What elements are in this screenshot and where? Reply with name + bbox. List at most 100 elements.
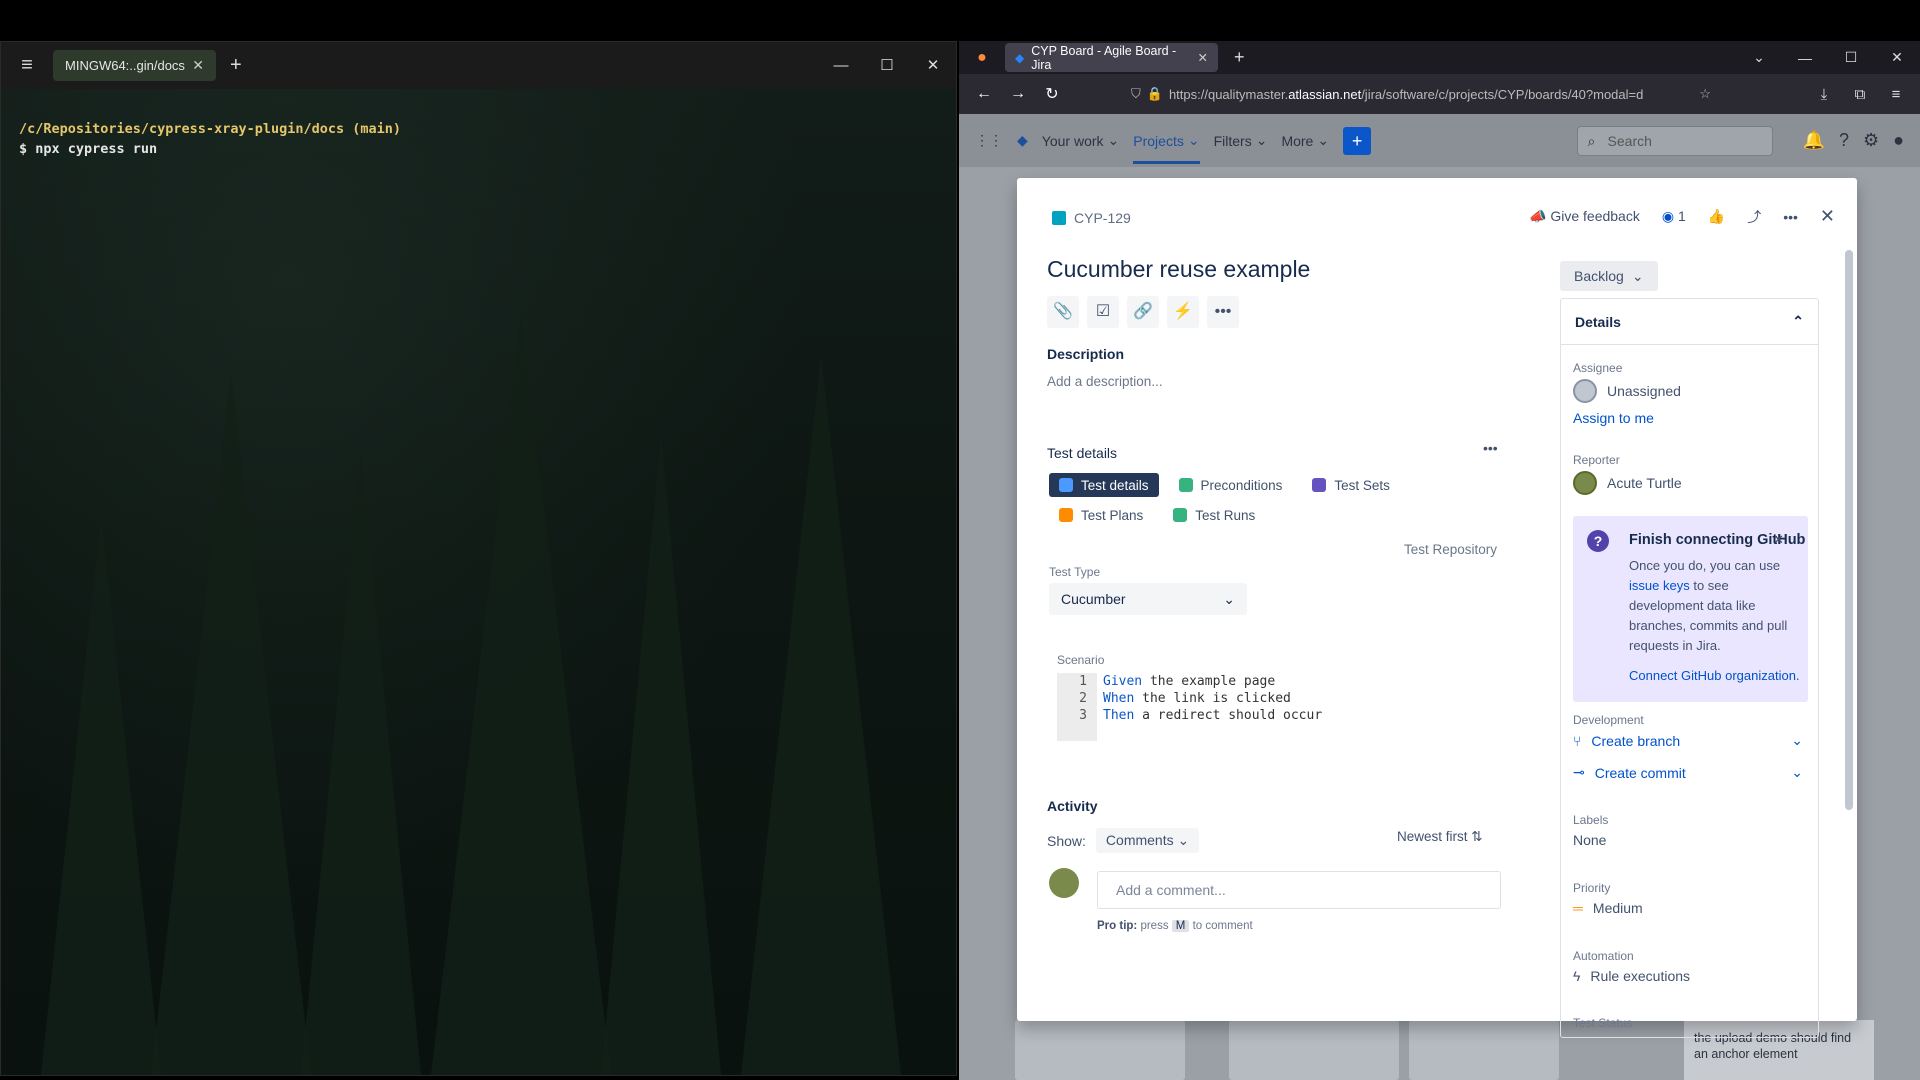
menu-icon[interactable]: ≡ — [1, 54, 53, 77]
reporter-label: Reporter — [1573, 453, 1620, 467]
nav-projects[interactable]: Projects ⌄ — [1133, 132, 1200, 164]
tab-label: Test Sets — [1334, 477, 1390, 493]
priority-value: Medium — [1592, 900, 1643, 916]
jira-logo-icon[interactable]: ◆ — [1017, 132, 1028, 149]
tab-test-details[interactable]: Test details — [1049, 473, 1159, 497]
scenario-editor[interactable]: 1 Given the example page 2 When the link i… — [1057, 673, 1322, 741]
test-type-value: Cucumber — [1061, 591, 1126, 607]
nav-filters[interactable]: Filters ⌄ — [1214, 132, 1268, 149]
browser-tab-label: CYP Board - Agile Board - Jira — [1031, 43, 1177, 72]
nav-your-work[interactable]: Your work ⌄ — [1042, 132, 1119, 149]
menu-icon[interactable]: ≡ — [1882, 86, 1910, 103]
issue-breadcrumb[interactable]: CYP-129 — [1052, 210, 1131, 226]
terminal-tab-label: MINGW64:..gin/docs — [65, 58, 185, 73]
download-icon[interactable]: ⤓ — [1810, 86, 1838, 103]
minimize-icon[interactable]: — — [1782, 50, 1828, 66]
close-icon[interactable]: ✕ — [1773, 530, 1784, 550]
labels-value[interactable]: None — [1573, 832, 1606, 848]
minimize-icon[interactable]: — — [818, 42, 864, 89]
status-dropdown[interactable]: Backlog ⌄ — [1560, 261, 1658, 291]
share-icon[interactable]: ⤴ — [1747, 207, 1761, 227]
extensions-icon[interactable]: ⧉ — [1846, 86, 1874, 103]
step-text: the example page — [1149, 674, 1276, 689]
more-actions-icon[interactable]: ••• — [1783, 209, 1798, 225]
give-feedback-button[interactable]: 📣 Give feedback — [1529, 208, 1640, 225]
close-window-icon[interactable]: ✕ — [1874, 49, 1920, 66]
connect-github-link[interactable]: Connect GitHub organization. — [1629, 666, 1800, 686]
gherkin-keyword: Given — [1103, 674, 1143, 689]
step-text: the link is clicked — [1142, 691, 1291, 706]
tab-test-plans[interactable]: Test Plans — [1049, 503, 1153, 527]
gherkin-keyword: Then — [1103, 708, 1135, 723]
tab-test-sets[interactable]: Test Sets — [1302, 473, 1400, 497]
watch-button[interactable]: ◉ 1 — [1662, 208, 1686, 225]
reporter-field[interactable]: Acute Turtle — [1573, 471, 1682, 495]
tab-test-runs[interactable]: Test Runs — [1163, 503, 1265, 527]
test-status-label: Test Status — [1573, 1016, 1633, 1030]
code-line — [1057, 724, 1322, 741]
automation-field[interactable]: ϟ Rule executions — [1573, 968, 1690, 984]
prompt-path: /c/Repositories/cypress-xray-plugin/docs… — [19, 121, 402, 137]
attachment-icon[interactable]: 📎 — [1047, 296, 1079, 328]
settings-icon[interactable]: ⚙ — [1863, 130, 1879, 151]
code-line: 1 Given the example page — [1057, 673, 1322, 690]
reload-icon[interactable]: ↻ — [1037, 84, 1067, 104]
forward-icon[interactable]: → — [1003, 85, 1033, 103]
test-type-select[interactable]: Cucumber ⌄ — [1049, 583, 1247, 615]
child-issue-icon[interactable]: ☑ — [1087, 296, 1119, 328]
bookmark-star-icon[interactable]: ☆ — [1699, 86, 1711, 102]
reporter-value: Acute Turtle — [1607, 475, 1682, 491]
sort-order-button[interactable]: Newest first ⇅ — [1397, 829, 1483, 845]
close-icon[interactable]: ✕ — [192, 57, 204, 74]
test-repository-link[interactable]: Test Repository — [1404, 542, 1497, 557]
issue-keys-link[interactable]: issue keys — [1629, 578, 1690, 593]
assignee-label: Assignee — [1573, 361, 1623, 375]
comment-input[interactable]: Add a comment... — [1097, 871, 1501, 909]
details-header[interactable]: Details ⌃ — [1561, 299, 1818, 345]
back-icon[interactable]: ← — [969, 85, 999, 103]
maximize-icon[interactable]: ☐ — [1828, 49, 1874, 66]
labels-label: Labels — [1573, 813, 1609, 827]
avatar[interactable]: ● — [1893, 130, 1904, 151]
activity-filter-value: Comments — [1105, 832, 1174, 848]
activity-filter-select[interactable]: Comments ⌄ — [1095, 828, 1200, 853]
scrollbar[interactable] — [1845, 250, 1853, 810]
lightning-icon: ϟ — [1573, 968, 1581, 984]
url-bar[interactable]: ⛉ 🔒 https://qualitymaster.atlassian.net/… — [1131, 79, 1711, 109]
close-tab-icon[interactable]: ✕ — [1198, 50, 1208, 65]
terminal-window: ≡ MINGW64:..gin/docs ✕ + — ☐ ✕ /c/Reposi… — [0, 41, 957, 1076]
new-tab-icon[interactable]: + — [230, 54, 242, 77]
browser-tab[interactable]: ◆ CYP Board - Agile Board - Jira ✕ — [1005, 43, 1218, 72]
avatar — [1573, 471, 1597, 495]
link-icon[interactable]: 🔗 — [1127, 296, 1159, 328]
create-button[interactable]: + — [1343, 126, 1372, 155]
description-field[interactable]: Add a description... — [1047, 374, 1163, 389]
search-input[interactable]: Search — [1576, 125, 1773, 156]
tab-preconditions[interactable]: Preconditions — [1169, 473, 1293, 497]
firefox-icon[interactable]: ● — [959, 49, 1005, 67]
terminal-tab[interactable]: MINGW64:..gin/docs ✕ — [53, 50, 216, 81]
priority-field[interactable]: ═ Medium — [1573, 900, 1643, 916]
notifications-icon[interactable]: 🔔 — [1803, 130, 1825, 151]
issue-title[interactable]: Cucumber reuse example — [1047, 256, 1310, 283]
terminal-body[interactable]: /c/Repositories/cypress-xray-plugin/docs… — [1, 89, 956, 1075]
assignee-field[interactable]: Unassigned — [1573, 379, 1681, 403]
test-details-more-icon[interactable]: ••• — [1483, 440, 1498, 456]
assign-to-me-link[interactable]: Assign to me — [1573, 410, 1654, 426]
close-icon[interactable]: ✕ — [1820, 206, 1835, 227]
tab-list-icon[interactable]: ⌄ — [1736, 49, 1782, 66]
lightning-icon[interactable]: ⚡ — [1167, 296, 1199, 328]
create-commit-button[interactable]: ⊸ Create commit ⌄ — [1573, 764, 1803, 781]
close-window-icon[interactable]: ✕ — [910, 42, 956, 89]
new-tab-icon[interactable]: + — [1234, 47, 1245, 68]
thumbs-up-icon[interactable]: 👍 — [1708, 208, 1725, 225]
issue-key[interactable]: CYP-129 — [1074, 210, 1131, 226]
nav-more[interactable]: More ⌄ — [1281, 132, 1329, 149]
create-branch-label: Create branch — [1591, 732, 1681, 749]
maximize-icon[interactable]: ☐ — [864, 42, 910, 89]
more-icon[interactable]: ••• — [1207, 296, 1239, 328]
app-switcher-icon[interactable]: ⋮⋮ — [975, 132, 1003, 149]
gherkin-keyword: When — [1103, 691, 1135, 706]
help-icon[interactable]: ? — [1839, 130, 1849, 151]
create-branch-button[interactable]: ⑂ Create branch ⌄ — [1573, 732, 1803, 749]
